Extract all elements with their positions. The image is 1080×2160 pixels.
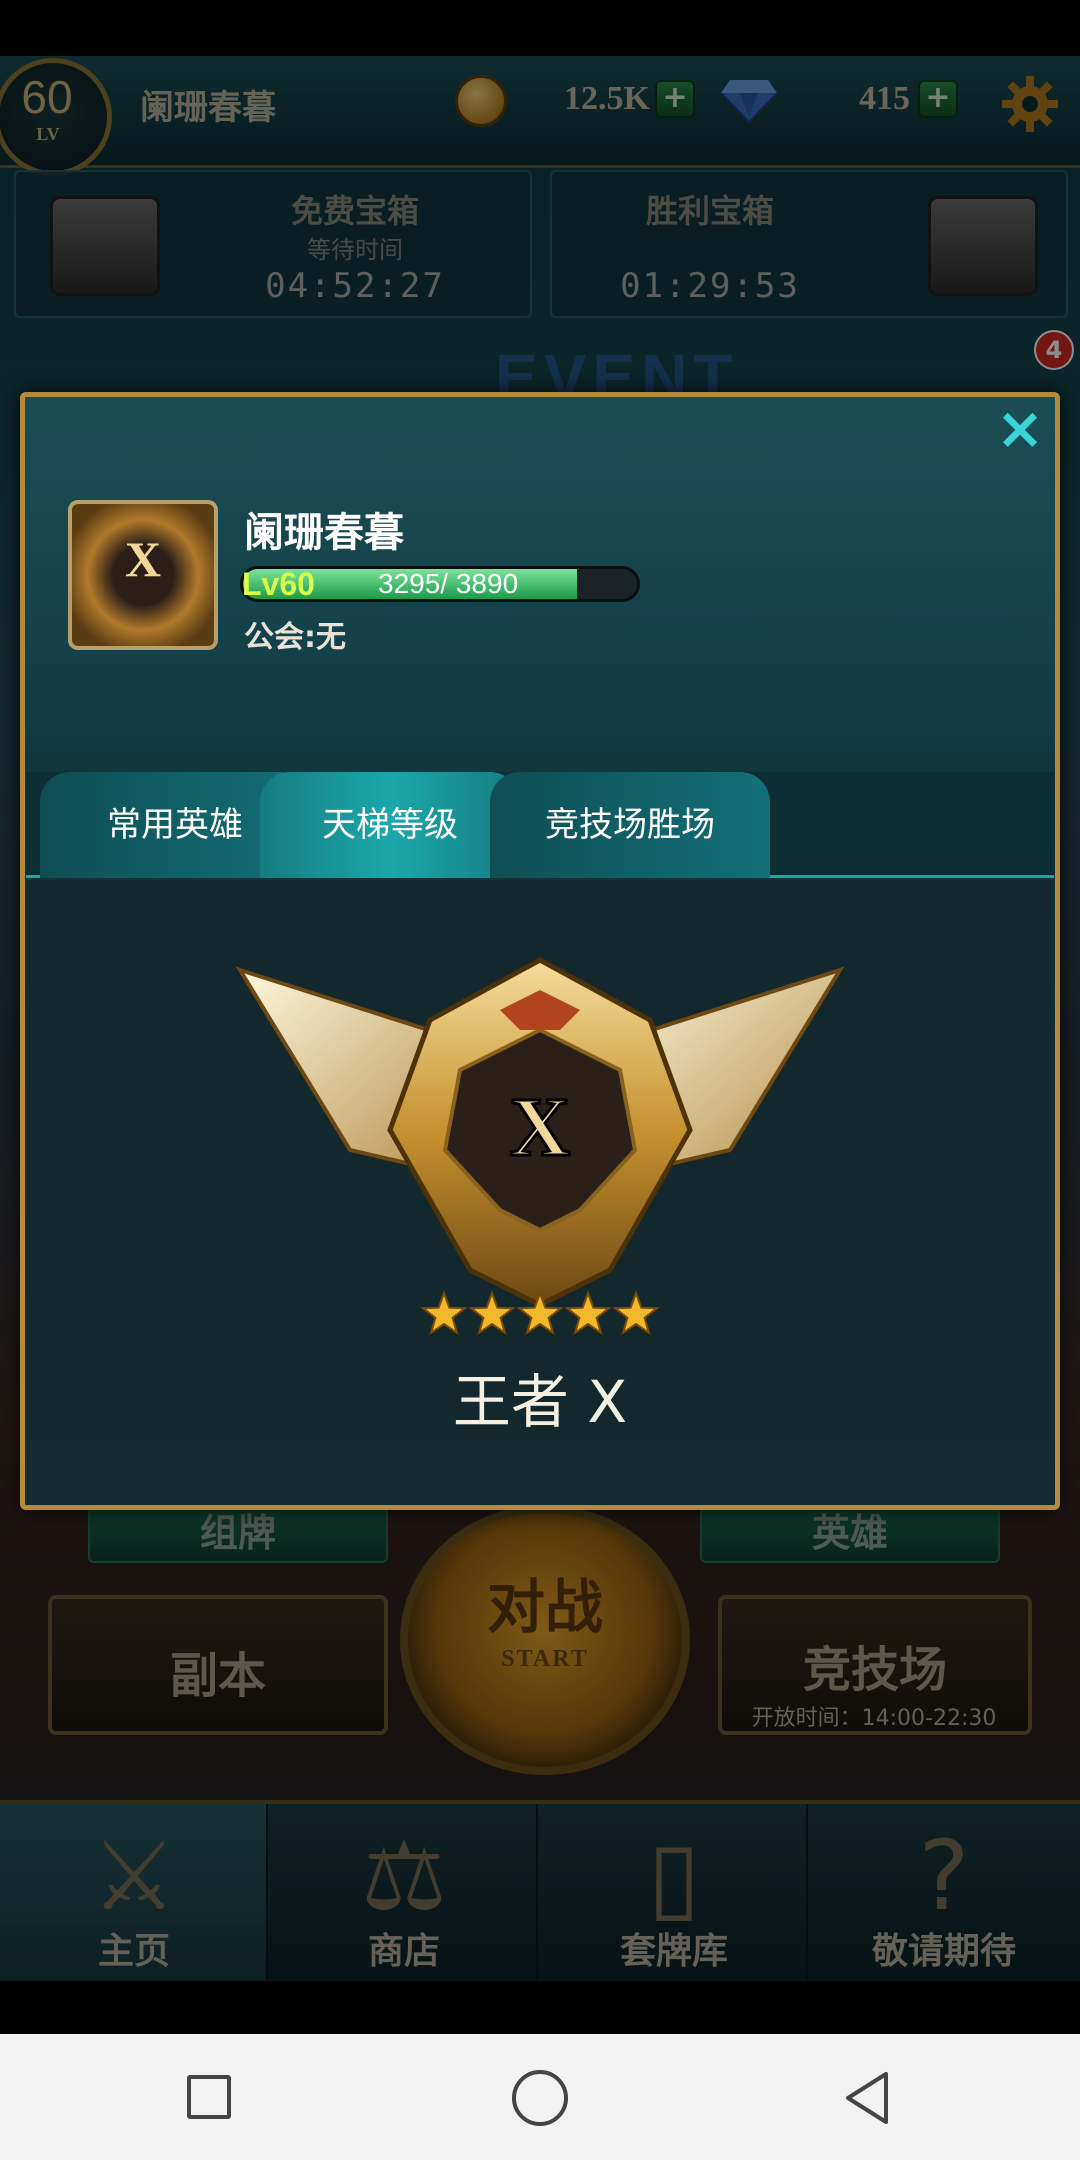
xp-text: 3295/ 3890 bbox=[378, 568, 519, 599]
back-icon[interactable] bbox=[840, 2068, 900, 2128]
screen: 60 LV 阑珊春暮 12.5K + 415 + 免费宝箱 等待时间 04:52… bbox=[0, 0, 1080, 2160]
home-icon[interactable] bbox=[512, 2070, 568, 2126]
profile-name: 阑珊春暮 bbox=[244, 510, 404, 556]
avatar-rank-letter: X bbox=[124, 531, 162, 587]
star-icon bbox=[468, 1290, 516, 1336]
star-icon bbox=[420, 1290, 468, 1336]
rank-stars bbox=[420, 1290, 660, 1336]
tab-arena-wins[interactable]: 竞技场胜场 bbox=[490, 772, 770, 878]
profile-level: Lv60 bbox=[242, 566, 315, 602]
star-icon bbox=[564, 1290, 612, 1336]
star-icon bbox=[516, 1290, 564, 1336]
close-icon[interactable]: × bbox=[990, 398, 1050, 458]
recents-icon[interactable] bbox=[187, 2075, 231, 2119]
rank-name: 王者 X bbox=[452, 1368, 628, 1436]
tab-ladder-rank[interactable]: 天梯等级 bbox=[260, 772, 520, 878]
status-bar bbox=[0, 0, 1080, 56]
star-icon bbox=[612, 1290, 660, 1336]
guild-label: 公会:无 bbox=[244, 620, 346, 655]
rank-emblem: X bbox=[235, 957, 845, 1308]
emblem-letter: X bbox=[510, 1081, 571, 1174]
